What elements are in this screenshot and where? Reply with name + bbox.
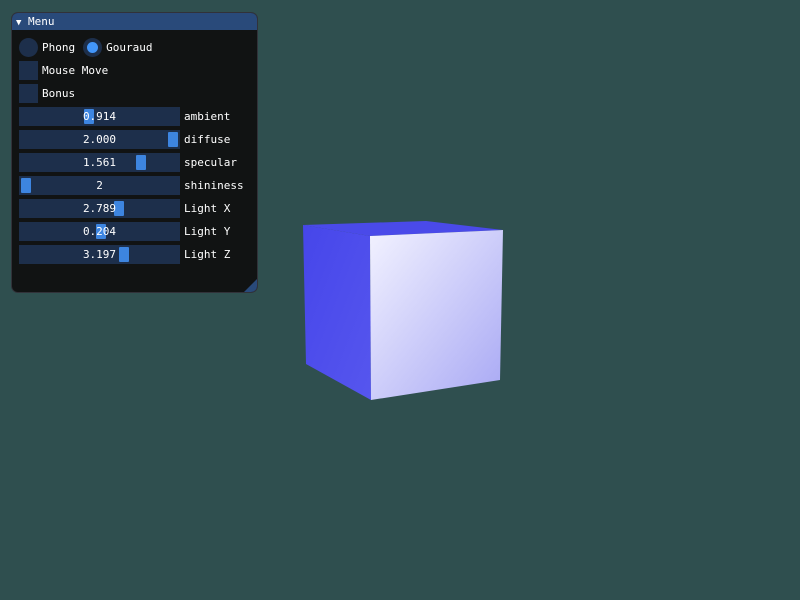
ambient-value: 0.914	[82, 110, 117, 123]
collapse-arrow-icon[interactable]: ▼	[16, 15, 28, 32]
light-x-label: Light X	[184, 202, 231, 215]
cube	[303, 221, 503, 400]
diffuse-slider[interactable]: 2.000	[19, 130, 180, 149]
mouse-move-checkbox[interactable]	[19, 61, 38, 80]
specular-slider[interactable]: 1.561	[19, 153, 180, 172]
light-z-label: Light Z	[184, 248, 231, 261]
radio-phong[interactable]	[19, 38, 38, 57]
ambient-label: ambient	[184, 110, 231, 123]
light-y-slider[interactable]: 0.204	[19, 222, 180, 241]
shininess-value: 2	[96, 179, 103, 192]
shading-radio-group: Phong Gouraud	[19, 38, 160, 57]
radio-gouraud[interactable]	[83, 38, 103, 57]
diffuse-label: diffuse	[184, 133, 231, 146]
menu-title: Menu	[28, 15, 55, 28]
bonus-checkbox[interactable]	[19, 84, 38, 103]
shininess-label: shininess	[184, 179, 244, 192]
bonus-row: Bonus	[19, 84, 75, 103]
light-z-value: 3.197	[82, 248, 117, 261]
light-z-slider[interactable]: 3.197	[19, 245, 180, 264]
radio-gouraud-label[interactable]: Gouraud	[106, 38, 152, 57]
light-y-label: Light Y	[184, 225, 231, 238]
diffuse-value: 2.000	[82, 133, 117, 146]
ambient-slider[interactable]: 0.914	[19, 107, 180, 126]
light-y-value: 0.204	[82, 225, 117, 238]
menu-title-bar[interactable]: ▼ Menu	[12, 13, 257, 30]
bonus-label[interactable]: Bonus	[42, 84, 75, 103]
resize-grip-icon[interactable]	[244, 279, 257, 292]
mouse-move-row: Mouse Move	[19, 61, 108, 80]
specular-value: 1.561	[82, 156, 117, 169]
cube-front-face	[370, 230, 503, 400]
shininess-slider[interactable]: 2	[19, 176, 180, 195]
specular-label: specular	[184, 156, 237, 169]
light-x-slider[interactable]: 2.789	[19, 199, 180, 218]
light-x-value: 2.789	[82, 202, 117, 215]
mouse-move-label[interactable]: Mouse Move	[42, 61, 108, 80]
cube-left-face	[303, 225, 371, 400]
radio-phong-label[interactable]: Phong	[42, 38, 75, 57]
menu-window[interactable]: ▼ Menu Phong Gouraud Mouse Move Bonus 0.91…	[11, 12, 258, 293]
